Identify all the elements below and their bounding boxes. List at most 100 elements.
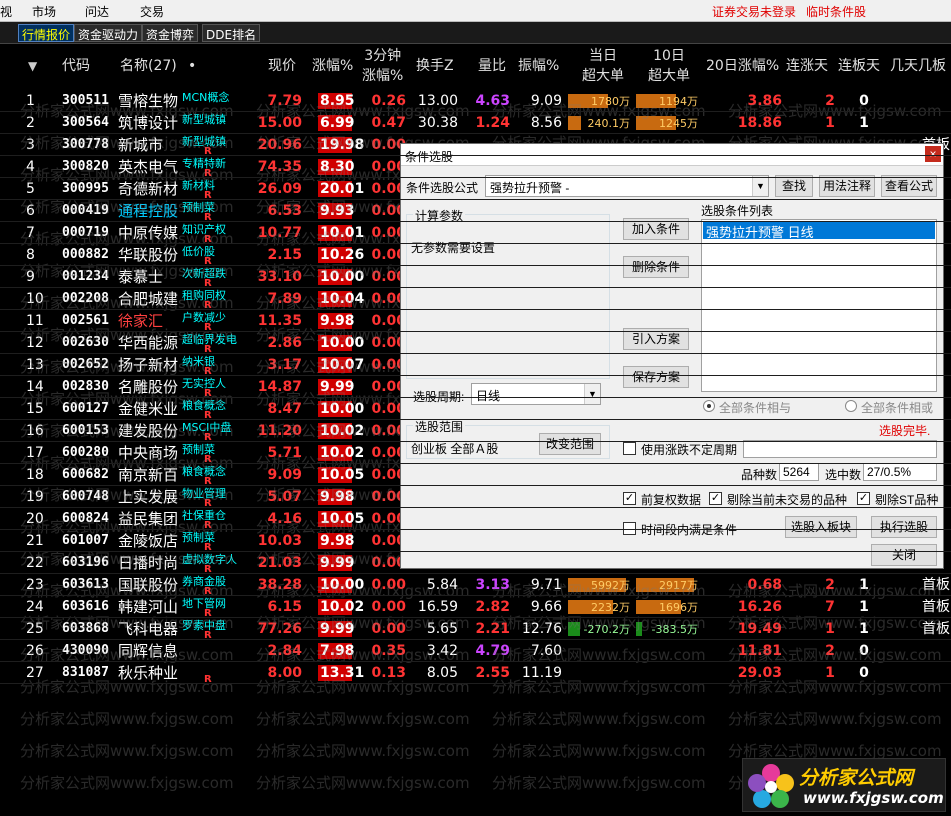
row-amplitude: 12.76 — [521, 621, 562, 637]
col-3min[interactable]: 3分钟 涨幅% — [362, 46, 403, 86]
tab-quotes[interactable]: 行情报价 — [18, 24, 75, 42]
row-divider — [0, 529, 951, 530]
row-divider — [0, 485, 951, 486]
view-formula-button[interactable]: 查看公式 — [881, 175, 937, 197]
condition-list[interactable]: 强势拉升预警 日线 — [701, 219, 937, 392]
chevron-down-icon[interactable]: ▼ — [752, 176, 768, 196]
col-limit-days[interactable]: 连板天 — [838, 56, 880, 76]
radio-and[interactable] — [703, 400, 715, 412]
row-pct: 9.99 — [318, 555, 355, 571]
exclude-st-label: 剔除ST品种 — [875, 493, 939, 507]
formula-select[interactable]: 强势拉升预警 - ▼ — [485, 175, 769, 197]
row-10d-big: -383.5万 — [651, 623, 698, 636]
radio-or[interactable] — [845, 400, 857, 412]
find-button[interactable]: 查找 — [775, 175, 813, 197]
uncertain-period-checkbox[interactable] — [623, 442, 636, 455]
col-extra[interactable]: 几天几板 — [890, 56, 946, 76]
tab-dde-rank[interactable]: DDE排名 — [202, 24, 261, 42]
table-row[interactable]: 26 430090 同辉信息 2.84 7.98 0.35 3.42 4.79 7.60 11.8… — [0, 640, 951, 662]
row-code: 600153 — [62, 423, 109, 438]
row-10d-big-cell: -383.5万 — [636, 622, 700, 636]
col-today-big[interactable]: 当日 超大单 — [582, 46, 624, 86]
col-20d[interactable]: 20日涨幅% — [706, 56, 779, 76]
row-index: 2 — [26, 115, 35, 131]
row-price: 11.20 — [257, 423, 302, 439]
row-10d-big: 2917万 — [659, 579, 698, 592]
row-name: 韩建河山 — [118, 598, 179, 616]
row-pct: 8.30 — [318, 159, 355, 175]
table-row[interactable]: 27 831087 秋乐种业 R 8.00 13.31 0.13 8.05 2.55 11.19 2… — [0, 662, 951, 685]
close-button[interactable]: 关闭 — [871, 544, 937, 566]
row-turnover: 5.84 — [426, 577, 458, 593]
row-price: 9.09 — [267, 467, 302, 483]
fq-checkbox[interactable]: ✓ — [623, 492, 636, 505]
row-pct: 10.02 — [318, 423, 365, 439]
menu-view[interactable]: 视 — [0, 3, 12, 20]
col-price[interactable]: 现价 — [268, 56, 296, 76]
tab-fund-drive[interactable]: 资金驱动力 — [74, 24, 143, 42]
row-today-big-cell: -270.2万 — [568, 622, 632, 636]
close-icon[interactable]: × — [925, 146, 941, 162]
temp-condition-notice[interactable]: 临时条件股 — [806, 3, 866, 20]
menu-wenda[interactable]: 问达 — [85, 3, 109, 20]
col-up-days[interactable]: 连涨天 — [786, 56, 828, 76]
row-up-days: 2 — [825, 643, 835, 659]
table-row[interactable]: 2 300564 筑博设计 新型城镇 15.00 6.99 0.47 30.38 1.24 8.5… — [0, 112, 951, 134]
row-divider — [0, 375, 951, 376]
col-amplitude[interactable]: 振幅% — [518, 56, 559, 76]
exclude-st-checkbox[interactable]: ✓ — [857, 492, 870, 505]
col-10d-big[interactable]: 10日 超大单 — [648, 46, 690, 86]
row-turnover: 16.59 — [417, 599, 458, 615]
table-row[interactable]: 24 603616 韩建河山 地下管网 R 6.15 10.02 0.00 16.59 2.82 9… — [0, 596, 951, 619]
row-20d: 18.86 — [737, 115, 782, 131]
row-code: 600824 — [62, 511, 109, 526]
table-row[interactable]: 23 603613 国联股份 券商金股 R 38.28 10.00 0.00 5.84 3.13 9… — [0, 574, 951, 597]
execute-select-button[interactable]: 执行选股 — [871, 516, 937, 538]
change-range-button[interactable]: 改变范围 — [539, 433, 601, 455]
calc-params-group: 计算参数 无参数需要设置 — [406, 207, 610, 379]
row-pct: 10.02 — [318, 599, 365, 615]
save-scheme-button[interactable]: 保存方案 — [623, 366, 689, 388]
row-price: 10.77 — [257, 225, 302, 241]
row-amplitude: 11.19 — [521, 665, 562, 681]
col-turnover[interactable]: 换手Z — [416, 56, 454, 76]
row-volratio: 2.21 — [475, 621, 510, 637]
col-code[interactable]: 代码 — [62, 56, 90, 76]
uncertain-period-label: 使用涨跌不定周期 — [641, 443, 738, 457]
row-20d: 16.26 — [737, 599, 782, 615]
delete-condition-button[interactable]: 删除条件 — [623, 256, 689, 278]
table-row[interactable]: 25 603868 飞科电器 罗素中盘 R 77.26 9.99 0.00 5.65 2.21 12… — [0, 618, 951, 641]
sort-toggle-icon[interactable]: ▼ — [28, 56, 37, 76]
condition-list-item[interactable]: 强势拉升预警 日线 — [703, 221, 935, 240]
col-pct[interactable]: 涨幅% — [312, 56, 353, 76]
selected-value: 27/0.5% — [863, 463, 937, 481]
row-index: 16 — [26, 423, 44, 439]
row-concept-tag: MCN概念 — [182, 91, 230, 104]
row-price: 21.03 — [257, 555, 302, 571]
to-block-button[interactable]: 选股入板块 — [785, 516, 857, 538]
exclude-untraded-checkbox[interactable]: ✓ — [709, 492, 722, 505]
radio-or-label: 全部条件相或 — [861, 401, 934, 415]
table-row[interactable]: 1 300511 雪榕生物 MCN概念 7.79 8.95 0.26 13.00 4.63 9.0… — [0, 90, 951, 112]
watermark-text: 分析家公式网www.fxjgsw.com — [492, 774, 706, 792]
row-divider — [0, 661, 951, 662]
row-index: 14 — [26, 379, 44, 395]
row-pct: 10.00 — [318, 401, 365, 417]
uncertain-period-field[interactable] — [743, 440, 937, 458]
menu-trade[interactable]: 交易 — [140, 3, 164, 20]
row-divider — [0, 331, 951, 332]
row-price: 38.28 — [257, 577, 302, 593]
col-name[interactable]: 名称(27) — [120, 56, 177, 76]
menu-market[interactable]: 市场 — [32, 3, 56, 20]
tab-fund-game[interactable]: 资金博弈 — [142, 24, 199, 42]
watermark-text: 分析家公式网www.fxjgsw.com — [492, 710, 706, 728]
col-volratio[interactable]: 量比 — [478, 56, 506, 76]
period-select[interactable]: 日线 ▼ — [471, 383, 601, 405]
row-divider — [0, 683, 951, 684]
chevron-down-icon[interactable]: ▼ — [584, 384, 600, 404]
row-code: 000419 — [62, 203, 109, 218]
row-index: 24 — [26, 599, 44, 615]
usage-note-button[interactable]: 用法注释 — [819, 175, 875, 197]
row-turnover: 8.05 — [426, 665, 458, 681]
trade-login-notice[interactable]: 证券交易未登录 — [712, 3, 796, 20]
